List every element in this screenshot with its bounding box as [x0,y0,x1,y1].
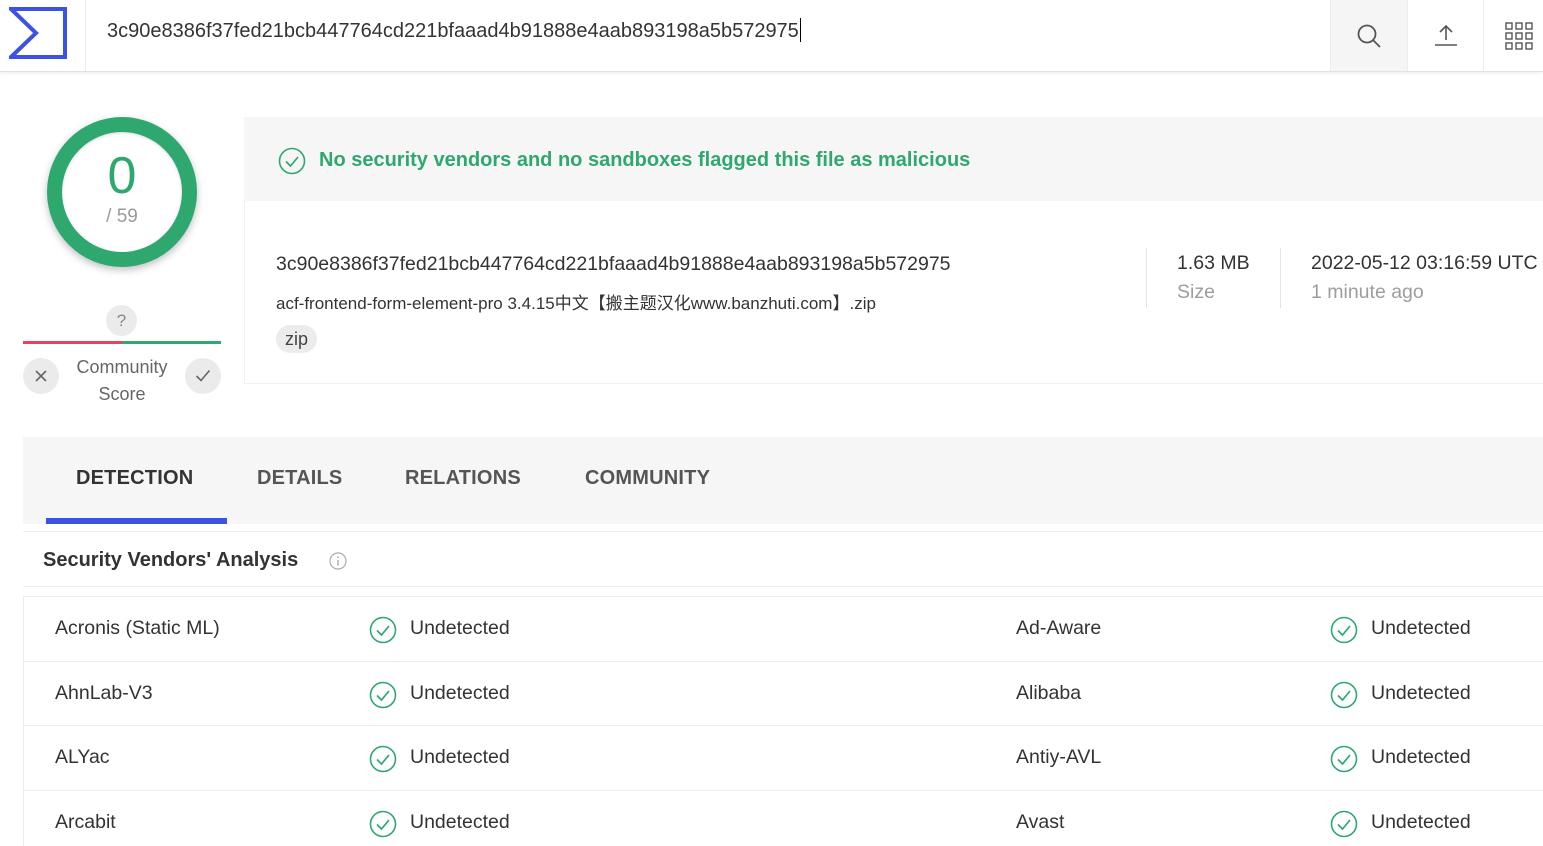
search-input[interactable]: 3c90e8386f37fed21bcb447764cd221bfaaad4b9… [107,18,801,43]
divider [1280,248,1281,308]
community-bar-positive [122,341,221,344]
community-label-line1: Community [76,357,168,377]
vendor-name: Antiy-AVL [1016,746,1102,768]
verdict-text: No security vendors and no sandboxes fla… [319,149,971,171]
check-circle-icon [1330,810,1358,837]
vendor-status: Undetected [410,617,510,639]
vendor-name: Alibaba [1016,681,1082,704]
logo[interactable] [0,0,86,71]
upload-button[interactable] [1408,0,1484,71]
check-circle-icon [369,616,397,644]
top-bar: 3c90e8386f37fed21bcb447764cd221bfaaad4b9… [0,0,1543,72]
community-score-indicator: ? [106,305,137,336]
community-score-label: Community Score [62,354,182,408]
close-icon [35,370,47,382]
divider [1146,248,1147,308]
check-circle-icon [369,810,397,837]
text-caret [799,18,801,43]
virustotal-logo-icon [9,7,67,59]
check-circle-icon [1330,681,1358,708]
file-info-panel: 3c90e8386f37fed21bcb447764cd221bfaaad4b9… [244,201,1543,384]
status-icon [369,810,397,843]
grid-icon [1505,21,1533,50]
status-icon [1330,745,1358,778]
check-circle-icon [278,147,306,175]
file-size-value: 1.63 MB [1177,252,1250,274]
info-icon[interactable] [329,552,347,570]
vendor-status: Undetected [410,746,510,768]
table-row: Acronis (Static ML) Undetected Ad-Aware Und… [24,597,1543,662]
vendor-name: Arcabit [55,810,116,833]
analysis-title: Security Vendors' Analysis [43,549,299,571]
file-tag[interactable]: zip [276,325,318,353]
analysis-header: Security Vendors' Analysis [23,531,1543,587]
vendor-status: Undetected [410,681,510,704]
status-icon [1330,616,1358,649]
tab-detection[interactable]: DETECTION [76,467,193,490]
tab-relations[interactable]: RELATIONS [405,467,521,490]
vote-harmless-button[interactable] [185,358,221,394]
file-hash[interactable]: 3c90e8386f37fed21bcb447764cd221bfaaad4b9… [276,253,951,276]
table-row: Arcabit Undetected Avast Undetected [24,791,1543,846]
community-label-line2: Score [98,384,146,404]
check-circle-icon [369,681,397,708]
upload-icon [1434,24,1457,46]
apps-menu-button[interactable] [1484,0,1543,71]
vendor-name: AhnLab-V3 [55,681,153,704]
tab-details[interactable]: DETAILS [257,467,342,490]
scan-date-value: 2022-05-12 03:16:59 UTC [1311,252,1538,274]
vendor-name: Acronis (Static ML) [55,617,220,639]
status-icon [1330,810,1358,843]
vendors-table: Acronis (Static ML) Undetected Ad-Aware Und… [23,596,1543,846]
vendor-status: Undetected [1371,746,1471,768]
table-row: ALYac Undetected Antiy-AVL Undetected [24,726,1543,791]
detection-score-ring: 0 / 59 [47,117,197,267]
vendor-name: ALYac [55,746,110,768]
search-button[interactable] [1330,0,1408,71]
check-circle-icon [369,745,397,773]
search-icon [1357,24,1381,48]
active-tab-indicator [46,518,227,524]
detection-score-inner: 0 / 59 [62,132,182,252]
status-icon [1330,681,1358,714]
community-bar-negative [23,341,122,344]
check-circle-icon [1330,745,1358,773]
engine-total: / 59 [106,206,138,227]
vendor-status: Undetected [1371,810,1471,833]
vendor-name: Avast [1016,810,1065,833]
vote-harmful-button[interactable] [23,358,59,394]
status-icon [369,616,397,649]
vendor-status: Undetected [410,810,510,833]
vendor-status: Undetected [1371,681,1471,704]
file-size-label: Size [1177,281,1215,303]
tab-bar: DETECTION DETAILS RELATIONS COMMUNITY [23,437,1543,524]
check-icon [195,369,211,382]
detection-count: 0 [107,147,137,205]
vendor-name: Ad-Aware [1016,617,1102,639]
tab-community[interactable]: COMMUNITY [585,467,710,490]
verdict-banner: No security vendors and no sandboxes fla… [244,117,1543,201]
vendor-status: Undetected [1371,617,1471,639]
status-icon [369,681,397,714]
table-row: AhnLab-V3 Undetected Alibaba Undetected [24,662,1543,726]
scan-date-relative: 1 minute ago [1311,281,1424,303]
status-icon [369,745,397,778]
file-name: acf-frontend-form-element-pro 3.4.15中文【搬… [276,294,876,313]
check-circle-icon [1330,616,1358,644]
